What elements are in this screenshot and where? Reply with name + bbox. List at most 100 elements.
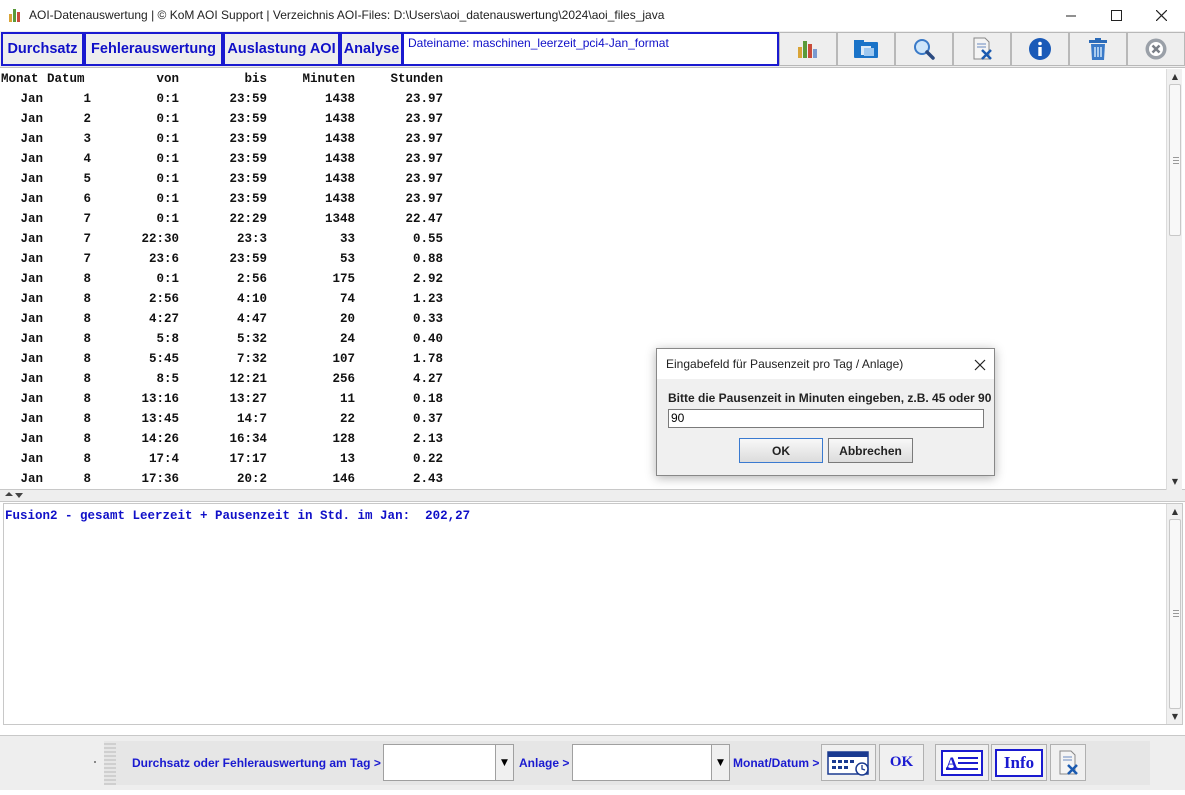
anlage-select[interactable]: ▼ [572, 744, 730, 781]
folder-icon [854, 40, 878, 58]
col-header-stunden: Stunden [390, 72, 443, 86]
cell-monat: Jan [20, 232, 43, 246]
cell-minuten: 128 [332, 432, 355, 446]
cell-stunden: 2.43 [412, 472, 443, 486]
label-monat-datum: Monat/Datum > [733, 756, 820, 770]
dialog-ok-button[interactable]: OK [739, 438, 823, 463]
cell-bis: 23:3 [236, 232, 267, 246]
trash-button[interactable] [1069, 32, 1127, 66]
info-text-button[interactable]: Info [991, 744, 1047, 781]
open-folder-button[interactable] [837, 32, 895, 66]
bottom-divider-dot [94, 761, 96, 763]
cell-minuten: 107 [332, 352, 355, 366]
cell-minuten: 1438 [324, 92, 355, 106]
table-row: Jan 8 8:5 12:21 256 4.27 [1, 371, 443, 391]
trash-icon [1089, 38, 1107, 60]
minimize-button[interactable] [1048, 0, 1094, 31]
cell-minuten: 1348 [324, 212, 355, 226]
cell-von: 8:5 [156, 372, 179, 386]
maximize-button[interactable] [1093, 0, 1139, 31]
minimize-icon [1065, 15, 1076, 17]
cell-minuten: 53 [339, 252, 355, 266]
cell-minuten: 11 [339, 392, 355, 406]
lower-scrollbar[interactable]: ▲ ▼ [1166, 504, 1182, 724]
split-pane-divider[interactable] [0, 490, 1185, 502]
chevron-down-icon[interactable]: ▼ [495, 745, 513, 780]
cell-monat: Jan [20, 132, 43, 146]
cell-datum: 8 [83, 292, 91, 306]
cell-datum: 4 [83, 152, 91, 166]
search-icon [914, 39, 935, 60]
cell-von: 2:56 [148, 292, 179, 306]
cell-monat: Jan [20, 472, 43, 486]
ok-button[interactable]: OK [879, 744, 924, 781]
exit-button[interactable] [1127, 32, 1185, 66]
cell-von: 4:27 [148, 312, 179, 326]
upper-scrollbar[interactable]: ▲ ▼ [1166, 69, 1182, 490]
close-circle-icon [1145, 38, 1167, 60]
cell-minuten: 175 [332, 272, 355, 286]
cell-stunden: 0.37 [412, 412, 443, 426]
result-text-area[interactable]: Fusion2 - gesamt Leerzeit + Pausenzeit i… [3, 503, 1183, 725]
chevron-down-icon[interactable]: ▼ [711, 745, 729, 780]
search-button[interactable] [895, 32, 953, 66]
tab-durchsatz[interactable]: Durchsatz [1, 32, 84, 66]
data-text-area[interactable]: Monat Datum von bis Minuten Stunden Jan 1… [0, 69, 1185, 490]
col-header-monat: Monat [1, 72, 39, 86]
cell-bis: 4:47 [236, 312, 267, 326]
delete-file-button-bottom[interactable] [1050, 744, 1086, 781]
cell-datum: 8 [83, 412, 91, 426]
cell-stunden: 23.97 [405, 112, 443, 126]
dialog-close-button[interactable] [974, 354, 986, 375]
close-window-button[interactable] [1138, 0, 1184, 31]
cell-datum: 8 [83, 332, 91, 346]
info-button[interactable] [1011, 32, 1069, 66]
lower-scroll-thumb[interactable] [1169, 519, 1181, 709]
dialog-title: Eingabefeld für Pausenzeit pro Tag / Anl… [666, 357, 904, 371]
splitter-arrows-icon[interactable] [3, 491, 23, 501]
cell-minuten: 1438 [324, 112, 355, 126]
table-row: Jan 5 0:1 23:59 1438 23.97 [1, 171, 443, 191]
cell-von: 0:1 [156, 272, 179, 286]
cell-monat: Jan [20, 352, 43, 366]
cell-monat: Jan [20, 192, 43, 206]
cell-bis: 2:56 [236, 272, 267, 286]
leerzeit-table: Monat Datum von bis Minuten Stunden Jan 1… [1, 71, 443, 491]
calendar-button[interactable] [821, 744, 876, 781]
cell-von: 13:45 [141, 412, 179, 426]
day-select[interactable]: ▼ [383, 744, 514, 781]
cell-datum: 8 [83, 432, 91, 446]
cell-stunden: 22.47 [405, 212, 443, 226]
pausenzeit-input[interactable]: 90 [668, 409, 984, 428]
cell-datum: 7 [83, 232, 91, 246]
table-row: Jan 1 0:1 23:59 1438 23.97 [1, 91, 443, 111]
scroll-down-arrow-icon[interactable]: ▼ [1167, 709, 1183, 724]
upper-scroll-thumb[interactable] [1169, 84, 1181, 236]
cell-von: 22:30 [141, 232, 179, 246]
scroll-down-arrow-icon[interactable]: ▼ [1167, 474, 1183, 489]
cell-von: 0:1 [156, 112, 179, 126]
report-button[interactable]: A [935, 744, 989, 781]
cell-von: 5:8 [156, 332, 179, 346]
table-row: Jan 8 13:45 14:7 22 0.37 [1, 411, 443, 431]
delete-file-button[interactable] [953, 32, 1011, 66]
cell-monat: Jan [20, 412, 43, 426]
filter-panel: Durchsatz oder Fehlerauswertung am Tag >… [104, 741, 1150, 785]
scroll-up-arrow-icon[interactable]: ▲ [1167, 504, 1183, 519]
cell-datum: 8 [83, 472, 91, 486]
window-title: AOI-Datenauswertung | © KoM AOI Support … [29, 8, 665, 22]
chart-button[interactable] [779, 32, 837, 66]
dialog-cancel-button[interactable]: Abbrechen [828, 438, 913, 463]
tab-auslastung-aoi[interactable]: Auslastung AOI [223, 32, 340, 66]
dialog-title-bar: Eingabefeld für Pausenzeit pro Tag / Anl… [657, 349, 994, 379]
scroll-up-arrow-icon[interactable]: ▲ [1167, 69, 1183, 84]
tab-fehlerauswertung[interactable]: Fehlerauswertung [84, 32, 223, 66]
cell-von: 14:26 [141, 432, 179, 446]
title-bar: AOI-Datenauswertung | © KoM AOI Support … [0, 0, 1185, 31]
cell-datum: 8 [83, 312, 91, 326]
tab-analyse[interactable]: Analyse [340, 32, 403, 66]
panel-grip-handle[interactable] [104, 741, 116, 785]
cell-minuten: 74 [339, 292, 355, 306]
close-icon [1155, 10, 1167, 21]
cell-monat: Jan [20, 452, 43, 466]
